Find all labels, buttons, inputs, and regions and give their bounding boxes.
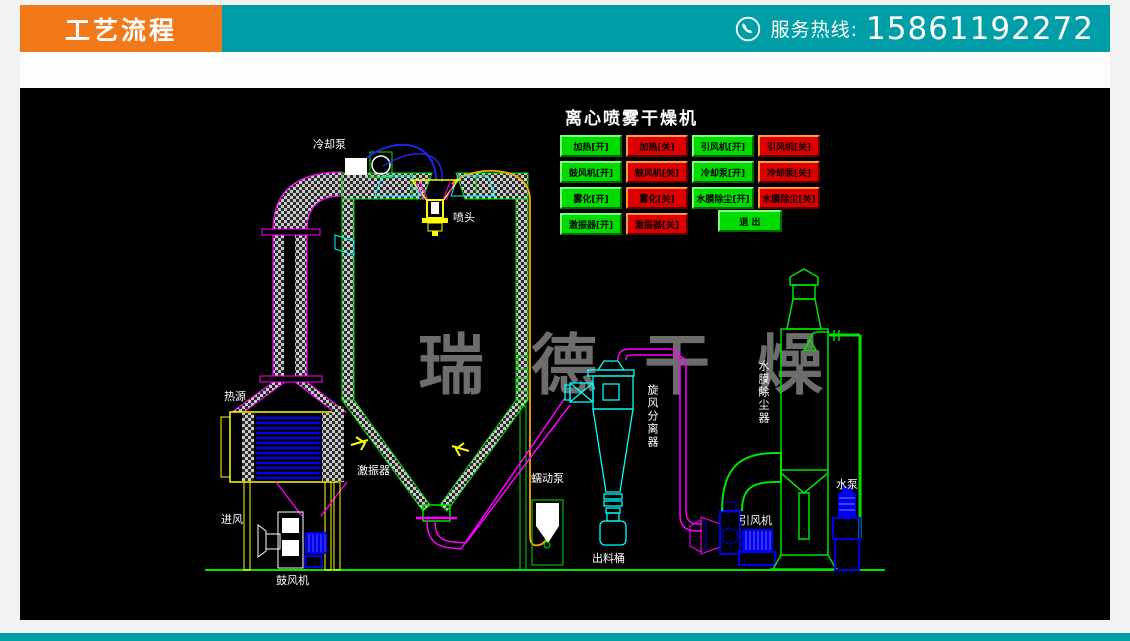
drying-chamber: [332, 173, 528, 570]
diagram-title: 离心喷雾干燥机: [565, 104, 698, 129]
vibrators: [351, 437, 469, 456]
control-button-14[interactable]: 激振器[关]: [626, 213, 688, 235]
hot-air-duct: [232, 172, 346, 412]
label-blower: 鼓风机: [276, 572, 309, 588]
label-air-inlet: 进风: [221, 511, 243, 527]
exit-button[interactable]: 退 出: [718, 210, 782, 232]
footer-bar: [0, 633, 1130, 641]
control-button-11[interactable]: 水膜除尘[开]: [692, 187, 754, 209]
label-vibrator: 激振器: [357, 462, 390, 478]
header-sub-strip: [20, 52, 1110, 88]
hotline-number: 15861192272: [866, 11, 1094, 47]
control-button-2[interactable]: 加热[关]: [626, 135, 688, 157]
feed-tank: [532, 500, 563, 565]
label-cyclone-separator: 旋风分离器: [644, 384, 660, 449]
label-spray-head: 喷头: [453, 209, 475, 225]
cyclone-separator: [565, 361, 634, 545]
control-button-5[interactable]: 鼓风机[开]: [560, 161, 622, 183]
label-induced-draft-fan: 引风机: [739, 512, 772, 528]
control-button-4[interactable]: 引风机[关]: [758, 135, 820, 157]
control-button-13[interactable]: 激振器[开]: [560, 213, 622, 235]
tab-process-flow[interactable]: 工艺流程: [20, 5, 222, 52]
tab-process-flow-label: 工艺流程: [65, 11, 177, 47]
page: 工艺流程 服务热线: 15861192272 瑞 德 干 燥: [0, 0, 1130, 641]
control-button-7[interactable]: 冷却泵[开]: [692, 161, 754, 183]
label-water-pump: 水泵: [836, 476, 858, 492]
phone-icon: [733, 14, 763, 44]
control-button-6[interactable]: 鼓风机[关]: [626, 161, 688, 183]
control-button-9[interactable]: 雾化[开]: [560, 187, 622, 209]
water-pump: [833, 487, 860, 570]
control-button-10[interactable]: 雾化[关]: [626, 187, 688, 209]
water-film-dust-collector: [770, 269, 860, 569]
label-water-film-dust-collector: 水膜除尘器: [755, 360, 771, 425]
label-discharge-barrel: 出料桶: [592, 550, 625, 566]
hotline-label: 服务热线:: [771, 15, 858, 42]
service-hotline: 服务热线: 15861192272: [733, 5, 1094, 52]
label-peristaltic-pump: 蠕动泵: [531, 470, 564, 486]
process-diagram-panel: 瑞 德 干 燥: [20, 88, 1110, 620]
label-heat-source: 热源: [224, 388, 246, 404]
control-button-1[interactable]: 加热[开]: [560, 135, 622, 157]
control-button-8[interactable]: 冷却泵[关]: [758, 161, 820, 183]
control-button-3[interactable]: 引风机[开]: [692, 135, 754, 157]
control-button-12[interactable]: 水膜除尘[关]: [758, 187, 820, 209]
header-bar: 工艺流程 服务热线: 15861192272: [20, 5, 1110, 52]
label-cooling-pump: 冷却泵: [313, 136, 346, 152]
